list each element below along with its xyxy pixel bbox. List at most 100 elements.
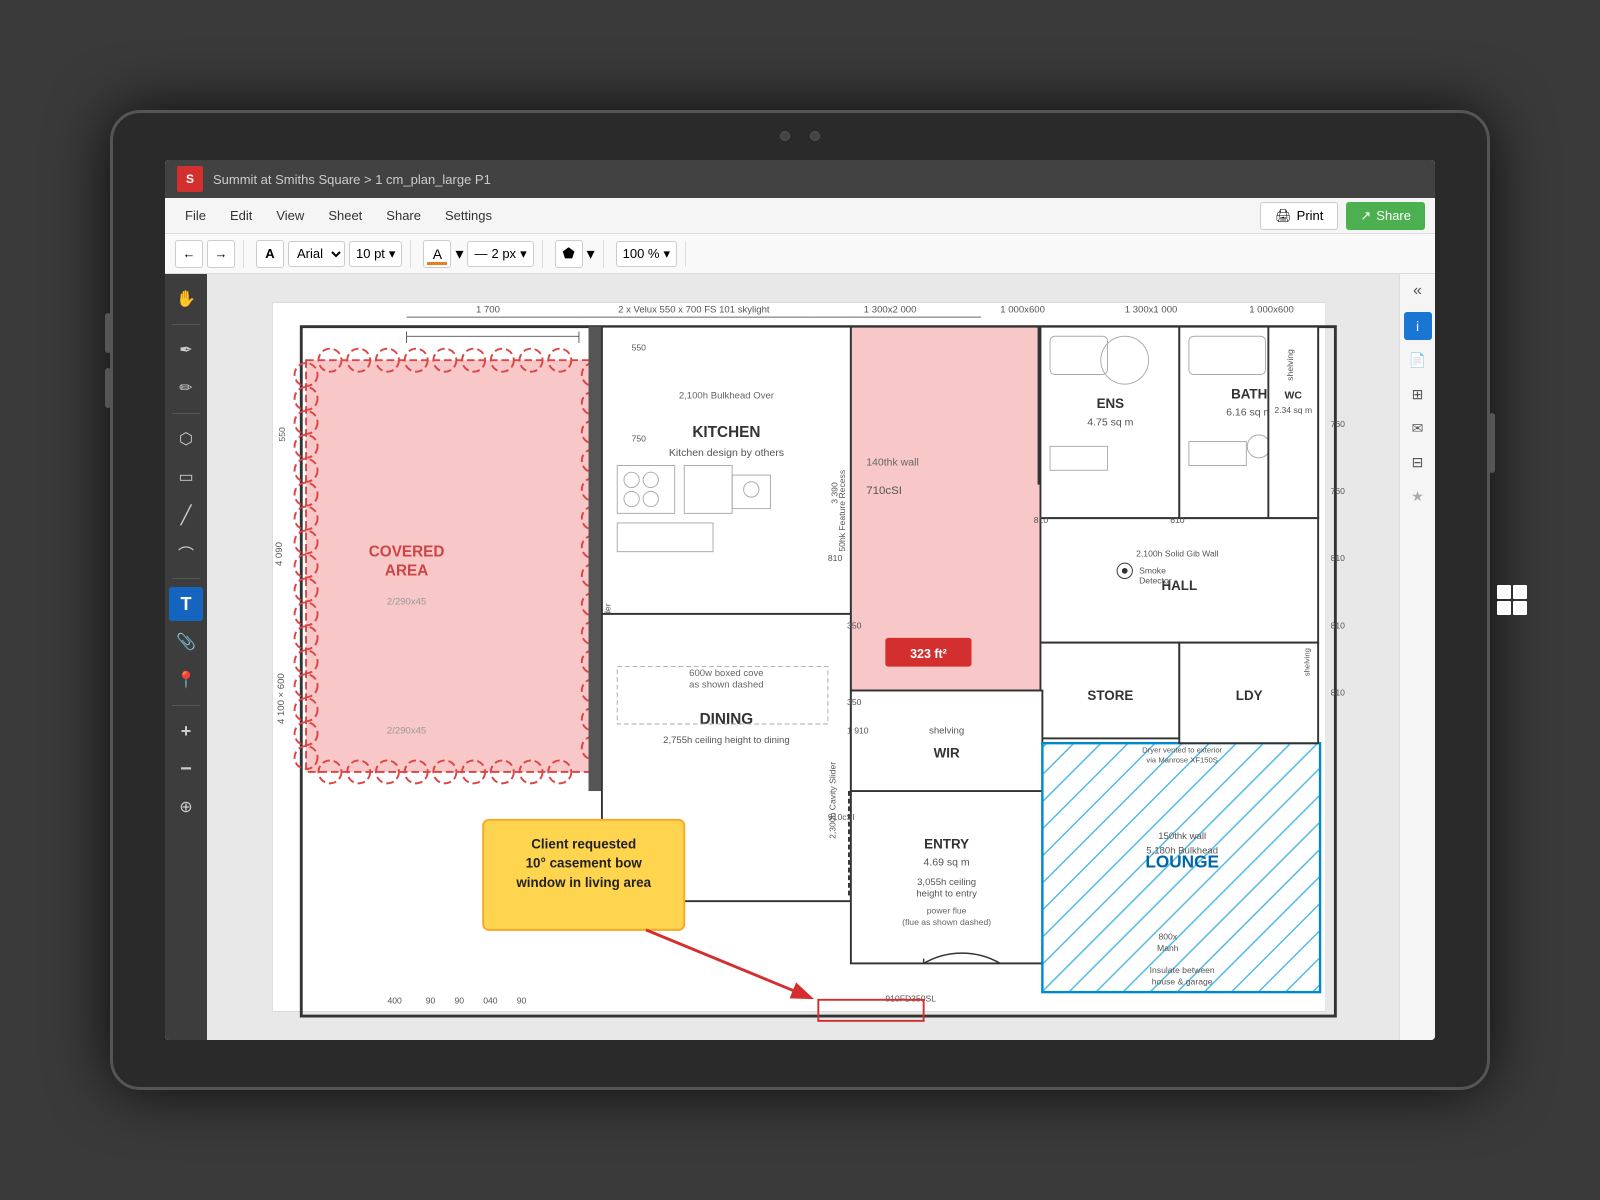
pencil-tool[interactable]: ✏ <box>169 371 203 405</box>
fill-chevron-icon: ▾ <box>587 244 595 264</box>
fit-tool[interactable]: ⊕ <box>169 790 203 824</box>
svg-text:2/290x45: 2/290x45 <box>387 596 426 607</box>
tablet-power-button[interactable] <box>1489 413 1495 473</box>
stroke-width-dropdown[interactable]: — 2 px ▾ <box>467 241 533 267</box>
zoom-chevron-icon: ▾ <box>664 246 671 262</box>
zoom-in-tool[interactable]: + <box>169 714 203 748</box>
svg-text:window in living area: window in living area <box>515 875 651 890</box>
redo-button[interactable]: → <box>207 240 235 268</box>
grid-sidebar-icon[interactable]: ⊞ <box>1404 380 1432 408</box>
volume-up-button[interactable] <box>105 313 111 353</box>
volume-down-button[interactable] <box>105 368 111 408</box>
line-tool[interactable]: ╱ <box>169 498 203 532</box>
mail-sidebar-icon[interactable]: ✉ <box>1404 414 1432 442</box>
fill-group: ⬟ ▾ <box>555 240 604 268</box>
text-tool[interactable]: T <box>169 587 203 621</box>
svg-text:2 x Velux 550 x 700 FS 101 sky: 2 x Velux 550 x 700 FS 101 skylight <box>618 304 770 315</box>
info-sidebar-icon[interactable]: i <box>1404 312 1432 340</box>
svg-text:2,100h Bulkhead Over: 2,100h Bulkhead Over <box>679 390 775 401</box>
hand-tool[interactable]: ✋ <box>169 282 203 316</box>
svg-text:040: 040 <box>483 996 498 1006</box>
menu-share[interactable]: Share <box>376 204 431 227</box>
undo-redo-group: ← → <box>175 240 244 268</box>
svg-text:4.69 sq m: 4.69 sq m <box>924 857 970 869</box>
camera-dot-1 <box>780 131 790 141</box>
pen-tool[interactable]: ✒ <box>169 333 203 367</box>
svg-text:as shown dashed: as shown dashed <box>689 680 763 691</box>
svg-text:2,755h ceiling height to dinin: 2,755h ceiling height to dining <box>663 735 790 746</box>
svg-text:Dryer vented to exterior: Dryer vented to exterior <box>1142 746 1222 755</box>
attach-tool[interactable]: 📎 <box>169 625 203 659</box>
svg-text:710cSI: 710cSI <box>866 485 902 497</box>
power-button[interactable] <box>1489 413 1495 473</box>
table-sidebar-icon[interactable]: ⊟ <box>1404 448 1432 476</box>
share-icon: ↗ <box>1360 208 1371 224</box>
svg-text:90: 90 <box>426 996 436 1006</box>
svg-text:400: 400 <box>387 996 402 1006</box>
svg-text:3 390: 3 390 <box>829 482 839 504</box>
svg-text:810: 810 <box>1331 687 1346 697</box>
svg-text:WC: WC <box>1284 389 1302 401</box>
print-icon: 🖨 <box>1275 208 1292 224</box>
lasso-tool[interactable]: ⬡ <box>169 422 203 456</box>
app-header: S Summit at Smiths Square > 1 cm_plan_la… <box>165 160 1435 198</box>
svg-text:810: 810 <box>1331 553 1346 563</box>
share-button[interactable]: ↗ Share <box>1346 202 1425 230</box>
svg-text:350: 350 <box>847 697 862 707</box>
menu-actions: 🖨 Print ↗ Share <box>1260 202 1425 230</box>
svg-text:Insulate between: Insulate between <box>1150 965 1215 975</box>
menu-sheet[interactable]: Sheet <box>318 204 372 227</box>
svg-text:shelving: shelving <box>929 726 964 737</box>
zoom-dropdown[interactable]: 100 % ▾ <box>616 241 677 267</box>
svg-text:750: 750 <box>632 434 647 444</box>
menu-file[interactable]: File <box>175 204 216 227</box>
svg-text:810: 810 <box>1331 620 1346 630</box>
star-sidebar-icon[interactable]: ★ <box>1404 482 1432 510</box>
location-tool[interactable]: 📍 <box>169 663 203 697</box>
document-sidebar-icon[interactable]: 📄 <box>1404 346 1432 374</box>
svg-text:150thk wall: 150thk wall <box>1158 831 1206 842</box>
print-button[interactable]: 🖨 Print <box>1260 202 1338 230</box>
zoom-out-tool[interactable]: − <box>169 752 203 786</box>
tool-separator-2 <box>172 413 200 414</box>
app-logo: S <box>177 166 203 192</box>
svg-text:2.34 sq m: 2.34 sq m <box>1274 405 1312 415</box>
svg-text:ENTRY: ENTRY <box>924 837 969 852</box>
svg-text:600w boxed cove: 600w boxed cove <box>689 668 763 679</box>
fill-color-button[interactable]: ⬟ <box>555 240 583 268</box>
svg-text:810: 810 <box>1034 515 1049 525</box>
svg-text:STORE: STORE <box>1087 688 1133 703</box>
svg-text:1 000x600: 1 000x600 <box>1000 304 1045 315</box>
svg-text:WIR: WIR <box>934 746 960 761</box>
menu-edit[interactable]: Edit <box>220 204 262 227</box>
svg-text:house & garage: house & garage <box>1152 976 1213 986</box>
svg-text:910FD350SL: 910FD350SL <box>885 994 936 1004</box>
canvas-area[interactable]: 1 700 2 x Velux 550 x 700 FS 101 skyligh… <box>207 274 1399 1040</box>
svg-text:6.16 sq m: 6.16 sq m <box>1226 407 1272 419</box>
app-logo-text: S <box>186 172 194 186</box>
zoom-value: 100 % <box>623 246 660 261</box>
rectangle-tool[interactable]: ▭ <box>169 460 203 494</box>
stroke-color-button[interactable]: A <box>423 240 451 268</box>
svg-text:2/290x45: 2/290x45 <box>387 726 426 737</box>
stroke-chevron2-icon: ▾ <box>520 246 527 262</box>
camera-dot-2 <box>810 131 820 141</box>
svg-text:via Manrose XF150S: via Manrose XF150S <box>1146 755 1218 764</box>
menu-view[interactable]: View <box>266 204 314 227</box>
curve-tool[interactable]: ⌒ <box>169 536 203 570</box>
font-size-dropdown[interactable]: 10 pt ▾ <box>349 241 402 267</box>
svg-text:4 090: 4 090 <box>274 542 285 566</box>
svg-text:Client requested: Client requested <box>531 837 636 852</box>
svg-text:140thk wall: 140thk wall <box>866 457 919 469</box>
svg-text:1 910: 1 910 <box>847 726 869 736</box>
undo-button[interactable]: ← <box>175 240 203 268</box>
svg-text:910cSI: 910cSI <box>828 812 855 822</box>
font-size-chevron-icon: ▾ <box>389 246 396 262</box>
menu-settings[interactable]: Settings <box>435 204 502 227</box>
font-family-select[interactable]: Arial <box>288 241 345 267</box>
font-style-button[interactable]: A <box>256 240 284 268</box>
svg-text:shelving: shelving <box>1303 648 1312 676</box>
collapse-sidebar-button[interactable]: « <box>1413 282 1422 300</box>
stroke-width-value: 2 px <box>491 246 516 261</box>
svg-text:810: 810 <box>828 553 843 563</box>
